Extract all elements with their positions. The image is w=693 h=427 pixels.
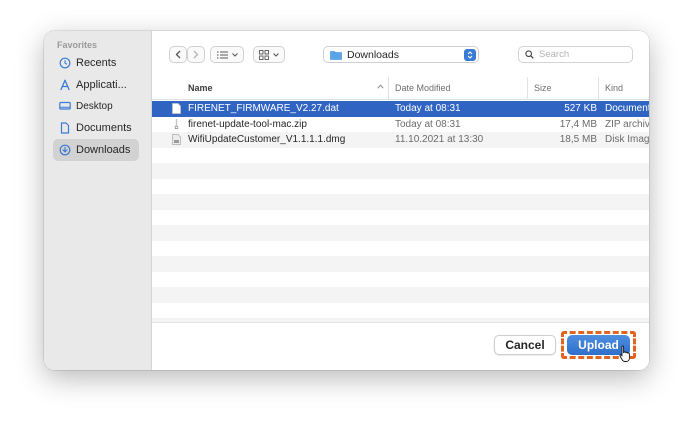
search-placeholder: Search bbox=[539, 49, 570, 60]
column-header: Name Date Modified Size Kind bbox=[152, 77, 649, 100]
table-row[interactable]: firenet-update-tool-mac.zip Today at 08:… bbox=[152, 117, 649, 133]
downloads-icon bbox=[59, 144, 71, 156]
back-button[interactable] bbox=[169, 46, 187, 63]
column-date-label: Date Modified bbox=[395, 83, 451, 93]
forward-button[interactable] bbox=[187, 46, 205, 63]
column-size[interactable]: Size bbox=[527, 77, 597, 99]
empty-row bbox=[152, 148, 649, 164]
sidebar-item-label: Applicati... bbox=[76, 79, 127, 91]
table-row[interactable]: WifiUpdateCustomer_V1.1.1.1.dmg 11.10.20… bbox=[152, 132, 649, 148]
file-date: Today at 08:31 bbox=[395, 118, 461, 130]
desktop-icon bbox=[59, 100, 71, 112]
chevron-down-icon bbox=[231, 52, 238, 57]
file-open-dialog: Favorites Recents Applicati... Desktop D… bbox=[44, 31, 649, 370]
file-size: 527 KB bbox=[564, 103, 597, 115]
group-by-button[interactable] bbox=[253, 46, 285, 63]
file-kind: Disk Image bbox=[605, 134, 649, 146]
file-size: 18,5 MB bbox=[559, 134, 597, 146]
sidebar-item-label: Downloads bbox=[76, 144, 131, 156]
sidebar-item-downloads[interactable]: Downloads bbox=[53, 139, 139, 161]
empty-row bbox=[152, 256, 649, 272]
document-icon bbox=[59, 122, 71, 134]
chevron-left-icon bbox=[175, 50, 181, 59]
sidebar-item-applications[interactable]: Applicati... bbox=[53, 74, 139, 96]
empty-row bbox=[152, 303, 649, 319]
empty-row bbox=[152, 179, 649, 195]
empty-row bbox=[152, 225, 649, 241]
empty-row bbox=[152, 287, 649, 303]
column-kind-label: Kind bbox=[605, 83, 624, 93]
file-kind: ZIP archive bbox=[605, 118, 649, 130]
column-name-label: Name bbox=[188, 83, 213, 93]
empty-row bbox=[152, 210, 649, 226]
sidebar-item-documents[interactable]: Documents bbox=[53, 117, 139, 139]
empty-row bbox=[152, 194, 649, 210]
sidebar-item-desktop[interactable]: Desktop bbox=[53, 95, 139, 117]
folder-icon bbox=[330, 50, 342, 60]
applications-icon bbox=[59, 79, 71, 91]
file-date: Today at 08:31 bbox=[395, 103, 461, 115]
dialog-footer: Cancel Upload bbox=[152, 322, 649, 370]
cancel-button[interactable]: Cancel bbox=[494, 335, 556, 355]
sort-ascending-icon bbox=[377, 84, 384, 89]
file-date: 11.10.2021 at 13:30 bbox=[395, 134, 484, 146]
grid-view-icon bbox=[259, 49, 269, 60]
disk-image-icon bbox=[172, 132, 184, 148]
chevron-down-icon bbox=[273, 52, 279, 57]
empty-row bbox=[152, 241, 649, 257]
location-popup[interactable]: Downloads bbox=[323, 46, 479, 63]
empty-row bbox=[152, 163, 649, 179]
column-date-modified[interactable]: Date Modified bbox=[388, 77, 527, 99]
sidebar-item-recents[interactable]: Recents bbox=[53, 52, 139, 74]
file-icon bbox=[172, 101, 184, 117]
file-list: FIRENET_FIRMWARE_V2.27.dat Today at 08:3… bbox=[152, 101, 649, 322]
file-name: firenet-update-tool-mac.zip bbox=[188, 118, 307, 130]
popup-stepper-icon bbox=[464, 48, 476, 61]
sidebar-item-label: Documents bbox=[76, 122, 132, 134]
sidebar-header: Favorites bbox=[57, 40, 98, 50]
column-kind[interactable]: Kind bbox=[598, 77, 649, 99]
table-row[interactable]: FIRENET_FIRMWARE_V2.27.dat Today at 08:3… bbox=[152, 101, 649, 117]
file-size: 17,4 MB bbox=[559, 118, 597, 130]
sidebar-item-label: Recents bbox=[76, 57, 117, 69]
sidebar: Favorites Recents Applicati... Desktop D… bbox=[44, 31, 152, 370]
view-options-button[interactable] bbox=[210, 46, 244, 63]
sidebar-item-label: Desktop bbox=[76, 100, 113, 112]
search-icon bbox=[525, 50, 534, 59]
file-kind: Document bbox=[605, 103, 649, 115]
file-browser: Downloads Search Name Date Modified Size… bbox=[152, 31, 649, 370]
location-label: Downloads bbox=[347, 48, 399, 61]
file-name: FIRENET_FIRMWARE_V2.27.dat bbox=[188, 103, 339, 115]
pointer-cursor-icon bbox=[619, 345, 630, 362]
zip-file-icon bbox=[172, 117, 184, 133]
list-view-icon bbox=[216, 50, 228, 59]
column-name[interactable]: Name bbox=[188, 77, 391, 99]
clock-icon bbox=[59, 57, 71, 69]
chevron-right-icon bbox=[193, 50, 199, 59]
search-input[interactable]: Search bbox=[518, 46, 633, 63]
toolbar: Downloads Search bbox=[152, 31, 649, 77]
empty-row bbox=[152, 272, 649, 288]
file-name: WifiUpdateCustomer_V1.1.1.1.dmg bbox=[188, 134, 346, 146]
column-size-label: Size bbox=[534, 83, 552, 93]
